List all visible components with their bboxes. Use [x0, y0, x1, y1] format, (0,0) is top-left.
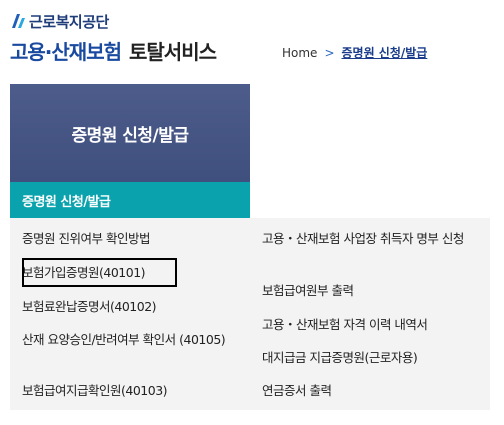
submenu-item-substitute-payment[interactable]: 대지급금 지급증명원(근로자용)	[262, 349, 482, 367]
agency-brand[interactable]: 근로복지공단	[10, 10, 109, 32]
submenu-item-premium-paid[interactable]: 보험료완납증명서(40102)	[22, 298, 244, 316]
breadcrumb-current[interactable]: 증명원 신청/발급	[342, 44, 428, 61]
submenu-item-qualification-history[interactable]: 고용・산재보험 자격 이력 내역서	[262, 316, 482, 334]
menu-item-label: 증명원 신청/발급	[22, 194, 111, 210]
submenu-item-pension-certificate[interactable]: 연금증서 출력	[262, 382, 482, 400]
kcomwel-logo-icon	[10, 12, 26, 30]
submenu-item-benefit-payment[interactable]: 보험급여지급확인원(40103)	[22, 382, 244, 400]
submenu-item-care-approval[interactable]: 산재 요양승인/반려여부 확인서 (40105)	[22, 331, 244, 349]
site-header: 근로복지공단 고용·산재보험 토탈서비스 Home > 증명원 신청/발급	[10, 8, 500, 68]
submenu-item-verify-method[interactable]: 증명원 진위여부 확인방법	[22, 230, 244, 248]
breadcrumb-home[interactable]: Home	[282, 46, 317, 60]
selection-highlight	[22, 258, 177, 287]
service-title-main: 고용·산재보험	[10, 40, 122, 64]
submenu-panel: 증명원 진위여부 확인방법 보험가입증명원(40101) 보험료완납증명서(40…	[10, 218, 490, 410]
menu-bar: 증명원 신청/발급	[10, 182, 490, 218]
banner-title: 증명원 신청/발급	[71, 125, 189, 146]
submenu-item-benefit-ledger[interactable]: 보험급여원부 출력	[262, 282, 482, 300]
service-title-sub: 토탈서비스	[129, 40, 217, 64]
service-title[interactable]: 고용·산재보험 토탈서비스	[10, 36, 217, 65]
agency-name: 근로복지공단	[29, 12, 109, 31]
breadcrumb: Home > 증명원 신청/발급	[282, 44, 427, 61]
page-banner: 증명원 신청/발급	[10, 84, 250, 182]
chevron-right-icon: >	[324, 45, 335, 60]
menu-item-certificate[interactable]: 증명원 신청/발급	[10, 182, 250, 218]
submenu-item-acquirer-list[interactable]: 고용・산재보험 사업장 취득자 명부 신청	[262, 230, 482, 248]
